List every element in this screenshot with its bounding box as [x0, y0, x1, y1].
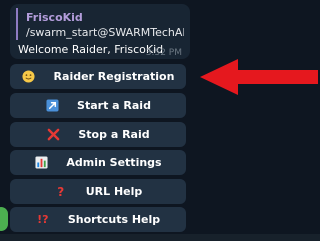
reply-quote[interactable]: FriscoKid /swarm_start@SWARMTechAI_...: [16, 8, 184, 40]
shortcuts-help-button[interactable]: !? Shortcuts Help: [10, 207, 186, 232]
arrow-up-right-icon: [45, 99, 59, 113]
smiley-face-icon: [22, 70, 36, 84]
reply-text: /swarm_start@SWARMTechAI_...: [26, 26, 184, 39]
start-raid-label: Start a Raid: [77, 99, 151, 112]
raider-registration-button[interactable]: Raider Registration: [10, 64, 186, 89]
admin-settings-label: Admin Settings: [66, 156, 162, 169]
message-bubble[interactable]: FriscoKid /swarm_start@SWARMTechAI_... W…: [10, 4, 190, 59]
stop-raid-label: Stop a Raid: [78, 128, 150, 141]
avatar[interactable]: [0, 207, 8, 231]
bar-chart-icon: [34, 156, 48, 170]
question-mark-icon: ?: [57, 184, 65, 199]
admin-settings-button[interactable]: Admin Settings: [10, 150, 186, 175]
reply-sender: FriscoKid: [26, 11, 83, 24]
raider-registration-label: Raider Registration: [53, 70, 175, 83]
message-text: Welcome Raider, FriscoKid: [18, 43, 164, 56]
bottom-bar: [0, 234, 320, 241]
shortcuts-help-label: Shortcuts Help: [67, 213, 161, 226]
stop-raid-button[interactable]: Stop a Raid: [10, 122, 186, 147]
red-cross-icon: [46, 128, 60, 142]
double-exclamation-question-icon: !?: [37, 213, 49, 226]
url-help-label: URL Help: [85, 185, 143, 198]
annotation-arrow-icon: [200, 59, 318, 95]
start-raid-button[interactable]: Start a Raid: [10, 93, 186, 118]
message-time: 3:52 PM: [145, 48, 182, 58]
url-help-button[interactable]: ? URL Help: [10, 179, 186, 204]
